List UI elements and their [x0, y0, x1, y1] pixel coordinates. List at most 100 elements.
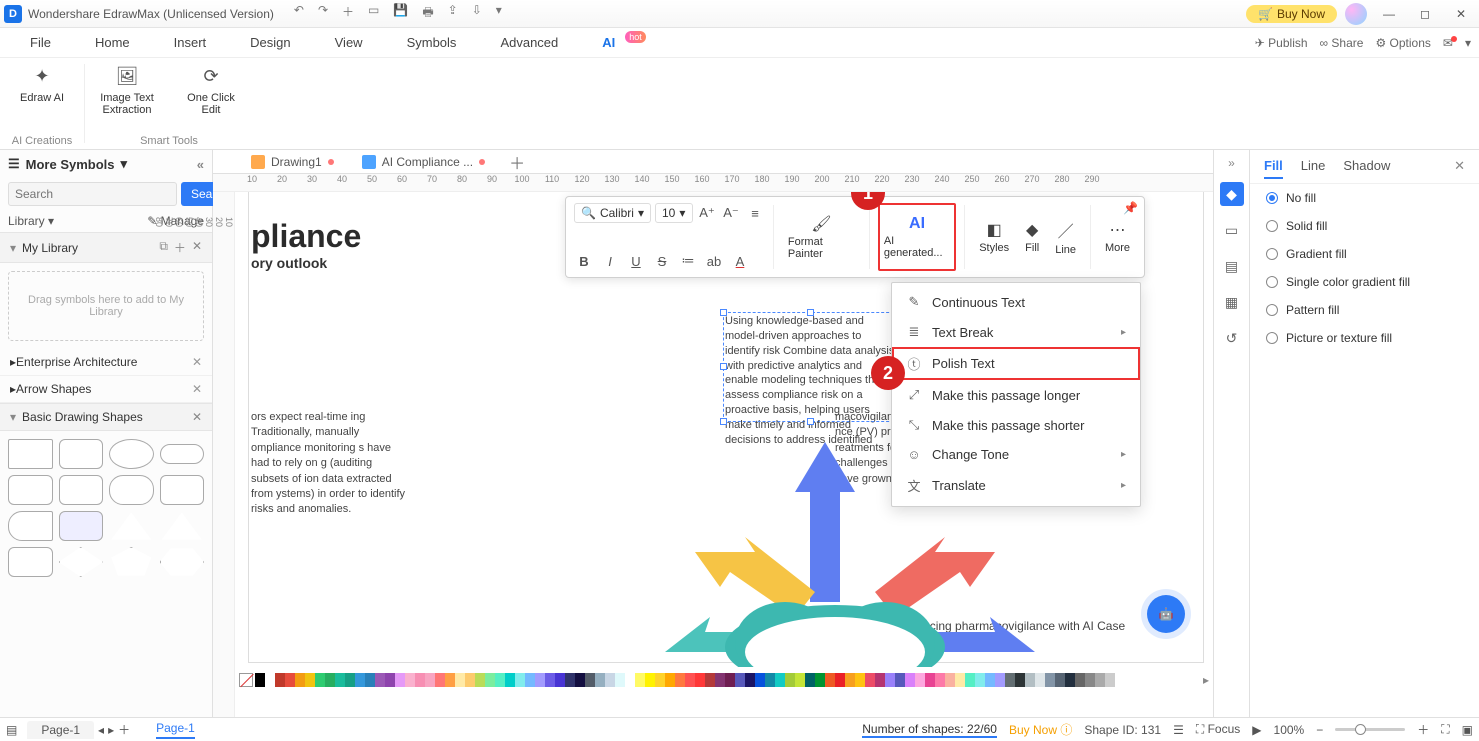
- shape-hexagon[interactable]: [160, 547, 205, 577]
- color-swatch[interactable]: [465, 673, 475, 687]
- color-swatch[interactable]: [445, 673, 455, 687]
- color-swatch[interactable]: [1075, 673, 1085, 687]
- color-swatch[interactable]: [925, 673, 935, 687]
- color-swatch[interactable]: [345, 673, 355, 687]
- library-dropdown[interactable]: Library ▾: [8, 214, 54, 228]
- italic-icon[interactable]: I: [600, 251, 620, 271]
- color-swatch[interactable]: [875, 673, 885, 687]
- color-swatch[interactable]: [695, 673, 705, 687]
- fill-button[interactable]: ◆Fill: [1019, 203, 1045, 271]
- rtab-slides-icon[interactable]: ▦: [1220, 290, 1244, 314]
- cat-arrow-shapes[interactable]: Arrow Shapes: [16, 382, 91, 396]
- color-swatch[interactable]: [1005, 673, 1015, 687]
- notifications-icon[interactable]: ✉: [1443, 36, 1453, 50]
- menu-more-icon[interactable]: ▾: [1465, 36, 1471, 50]
- publish-button[interactable]: ✈ Publish: [1255, 36, 1308, 50]
- menu-symbols[interactable]: Symbols: [385, 29, 479, 56]
- cat-basic-shapes[interactable]: Basic Drawing Shapes: [22, 410, 143, 424]
- shape-rect4[interactable]: [160, 475, 205, 505]
- page-tab-1[interactable]: Page-1: [27, 721, 94, 739]
- color-swatch[interactable]: [315, 673, 325, 687]
- color-swatch[interactable]: [715, 673, 725, 687]
- no-fill-swatch[interactable]: [239, 673, 253, 687]
- color-swatch[interactable]: [745, 673, 755, 687]
- redo-icon[interactable]: ↷: [318, 3, 328, 24]
- user-avatar[interactable]: [1345, 3, 1367, 25]
- color-swatch[interactable]: [275, 673, 285, 687]
- menu-polish-text[interactable]: ⓣPolish Text: [892, 347, 1140, 380]
- color-swatch[interactable]: [585, 673, 595, 687]
- shape-rect2[interactable]: [8, 475, 53, 505]
- color-swatch[interactable]: [965, 673, 975, 687]
- shape-triangle2[interactable]: [160, 511, 205, 541]
- rtab-style-icon[interactable]: ◆: [1220, 182, 1244, 206]
- save-icon[interactable]: 💾: [393, 3, 408, 24]
- expand-right-icon[interactable]: »: [1228, 156, 1235, 170]
- doc-tab-ai-compliance[interactable]: AI Compliance ...: [348, 152, 499, 172]
- menu-text-break[interactable]: ≣Text Break▸: [892, 317, 1140, 347]
- shape-diamond[interactable]: [59, 547, 104, 577]
- color-swatch[interactable]: [255, 673, 265, 687]
- color-swatch[interactable]: [905, 673, 915, 687]
- fontcolor-icon[interactable]: A: [730, 251, 750, 271]
- color-swatch[interactable]: [495, 673, 505, 687]
- color-swatch[interactable]: [295, 673, 305, 687]
- color-swatch[interactable]: [475, 673, 485, 687]
- color-swatch[interactable]: [535, 673, 545, 687]
- menu-insert[interactable]: Insert: [152, 29, 229, 56]
- format-painter-button[interactable]: 🖌Format Painter: [782, 203, 861, 271]
- collapse-left-icon[interactable]: «: [197, 157, 204, 172]
- zoom-out-icon[interactable]: −: [1316, 723, 1323, 737]
- one-click-edit-button[interactable]: ⟳One Click Edit: [179, 62, 243, 116]
- menu-design[interactable]: Design: [228, 29, 312, 56]
- color-swatch[interactable]: [895, 673, 905, 687]
- color-swatch[interactable]: [335, 673, 345, 687]
- menu-translate[interactable]: 文Translate▸: [892, 469, 1140, 502]
- color-swatch[interactable]: [395, 673, 405, 687]
- color-swatch[interactable]: [405, 673, 415, 687]
- color-swatch[interactable]: [765, 673, 775, 687]
- shape-triangle[interactable]: [109, 511, 154, 541]
- status-buy-now[interactable]: Buy Now ⓘ: [1009, 721, 1072, 738]
- color-swatch[interactable]: [375, 673, 385, 687]
- edraw-ai-button[interactable]: ✦Edraw AI: [10, 62, 74, 104]
- library-dropzone[interactable]: Drag symbols here to add to My Library: [8, 271, 204, 341]
- shape-capsule[interactable]: [109, 475, 154, 505]
- menu-home[interactable]: Home: [73, 29, 152, 56]
- new-icon[interactable]: ＋: [342, 3, 354, 24]
- color-swatch[interactable]: [515, 673, 525, 687]
- color-swatch[interactable]: [645, 673, 655, 687]
- pin-icon[interactable]: 📌: [1123, 201, 1138, 215]
- color-swatch[interactable]: [975, 673, 985, 687]
- color-swatch[interactable]: [565, 673, 575, 687]
- color-swatch[interactable]: [735, 673, 745, 687]
- fill-option-pattern[interactable]: Pattern fill: [1250, 296, 1479, 324]
- color-swatch[interactable]: [1105, 673, 1115, 687]
- zoom-level[interactable]: 100%: [1274, 723, 1305, 737]
- color-swatch[interactable]: [755, 673, 765, 687]
- shape-pentagon[interactable]: [109, 547, 154, 577]
- prop-close-icon[interactable]: ✕: [1454, 158, 1465, 179]
- color-swatch[interactable]: [885, 673, 895, 687]
- color-swatch[interactable]: [665, 673, 675, 687]
- color-swatch[interactable]: [725, 673, 735, 687]
- font-size-select[interactable]: 10 ▾: [655, 203, 693, 223]
- color-swatch[interactable]: [575, 673, 585, 687]
- color-swatch[interactable]: [1095, 673, 1105, 687]
- fullscreen-icon[interactable]: ▣: [1462, 723, 1473, 737]
- page-tab-prev[interactable]: ◂: [98, 723, 104, 737]
- color-swatch[interactable]: [485, 673, 495, 687]
- color-swatch[interactable]: [455, 673, 465, 687]
- color-swatch[interactable]: [915, 673, 925, 687]
- play-icon[interactable]: ▶: [1252, 723, 1261, 737]
- menu-make-longer[interactable]: ⤢Make this passage longer: [892, 380, 1140, 410]
- options-button[interactable]: ⚙ Options: [1375, 36, 1430, 50]
- color-swatch[interactable]: [325, 673, 335, 687]
- color-swatch[interactable]: [435, 673, 445, 687]
- add-doc-tab[interactable]: ＋: [499, 150, 535, 174]
- maximize-button[interactable]: ◻: [1411, 7, 1439, 21]
- color-swatch[interactable]: [635, 673, 645, 687]
- color-swatch[interactable]: [425, 673, 435, 687]
- color-swatch[interactable]: [655, 673, 665, 687]
- menu-change-tone[interactable]: ☺Change Tone▸: [892, 440, 1140, 469]
